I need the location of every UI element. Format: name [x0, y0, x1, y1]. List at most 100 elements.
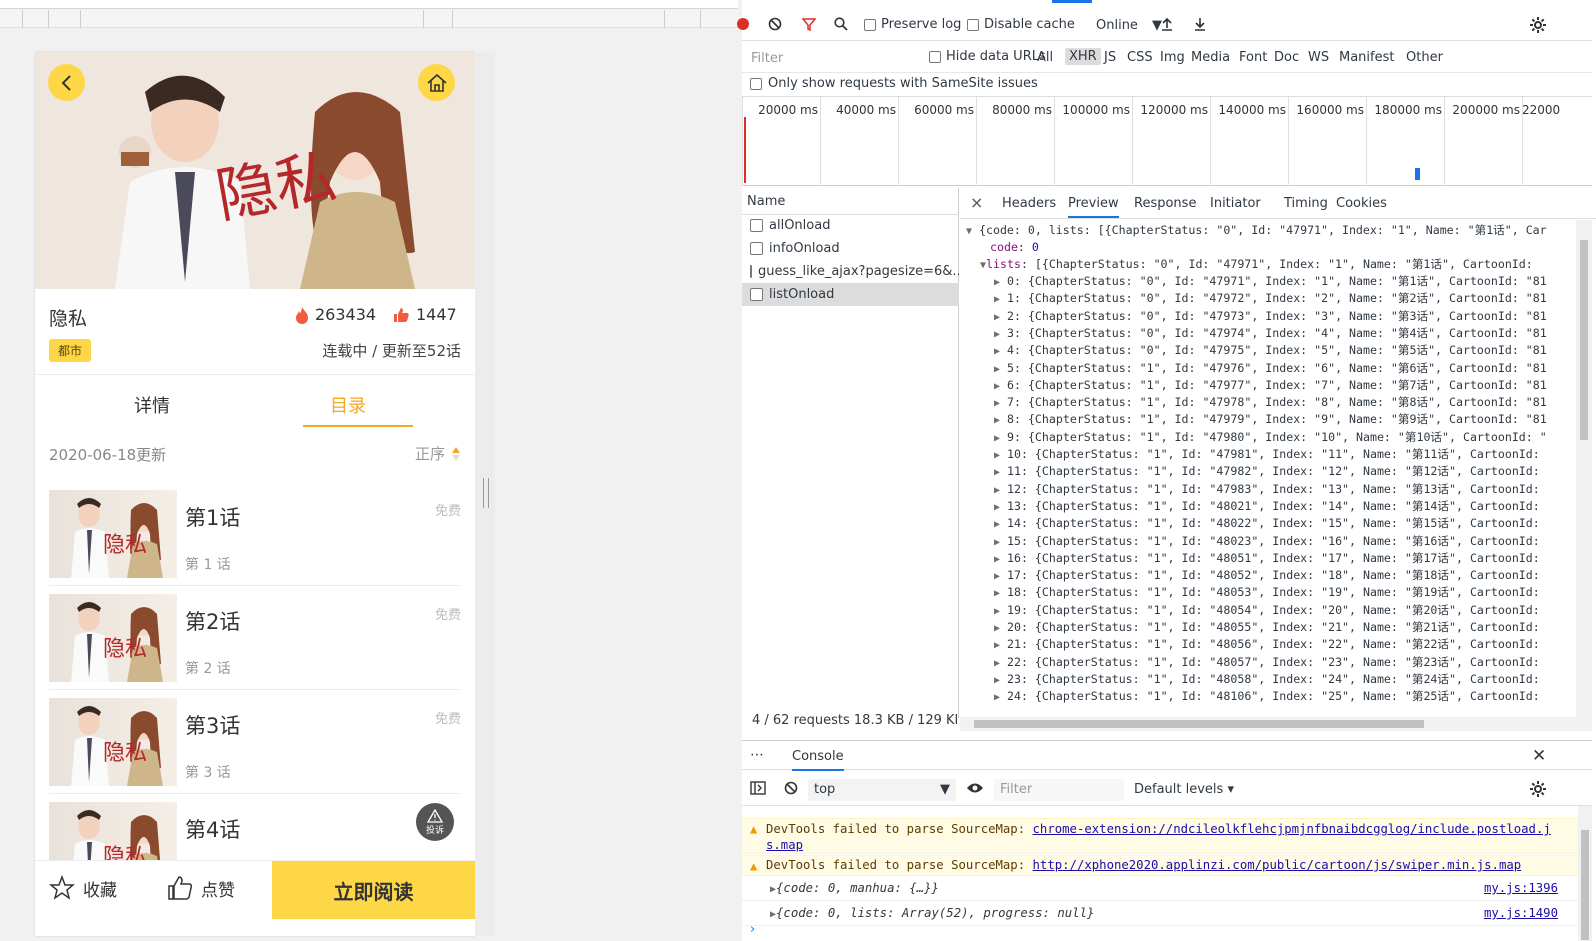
type-filter-js[interactable]: JS — [1104, 50, 1116, 65]
log-source-link[interactable]: my.js:1396 — [1484, 881, 1558, 895]
expand-arrow-icon[interactable]: ▶ — [994, 329, 1000, 340]
expand-arrow-icon[interactable]: ▶ — [994, 571, 1000, 582]
viewport-resize-handle[interactable] — [483, 478, 489, 508]
read-now-button[interactable]: 立即阅读 — [272, 861, 475, 919]
json-array-item[interactable]: ▶ 17: {ChapterStatus: "1", Id: "48052", … — [994, 567, 1540, 584]
samesite-checkbox[interactable]: Only show requests with SameSite issues — [750, 76, 1038, 91]
json-array-item[interactable]: ▶ 12: {ChapterStatus: "1", Id: "47983", … — [994, 481, 1540, 498]
export-har-button[interactable] — [1193, 17, 1207, 31]
json-array-item[interactable]: ▶ 3: {ChapterStatus: "0", Id: "47974", I… — [994, 325, 1547, 342]
json-array-item[interactable]: ▶ 0: {ChapterStatus: "0", Id: "47971", I… — [994, 273, 1547, 290]
live-expression-button[interactable] — [966, 781, 984, 798]
type-filter-css[interactable]: CSS — [1127, 50, 1153, 65]
expand-arrow-icon[interactable]: ▶ — [994, 640, 1000, 651]
preview-hscroll-thumb[interactable] — [974, 720, 1424, 728]
chapter-item[interactable]: 隐私 第1话 第 1 话 免费 — [49, 482, 461, 586]
console-filter-input[interactable]: Filter — [994, 779, 1124, 801]
like-button[interactable]: 点赞 — [167, 875, 235, 901]
expand-arrow-icon[interactable]: ▶ — [994, 346, 1000, 357]
expand-arrow-icon[interactable]: ▶ — [994, 606, 1000, 617]
json-array-item[interactable]: ▶ 5: {ChapterStatus: "1", Id: "47976", I… — [994, 360, 1547, 377]
json-array-item[interactable]: ▶ 6: {ChapterStatus: "1", Id: "47977", I… — [994, 377, 1547, 394]
json-array-item[interactable]: ▶ 10: {ChapterStatus: "1", Id: "47981", … — [994, 446, 1540, 463]
disable-cache-checkbox[interactable]: Disable cache — [967, 17, 1075, 32]
request-row[interactable]: infoOnload — [742, 237, 959, 260]
back-button[interactable] — [48, 64, 85, 101]
console-prompt[interactable]: › — [750, 922, 755, 937]
tab-catalog[interactable]: 目录 — [293, 392, 403, 418]
expand-arrow-icon[interactable]: ▶ — [994, 658, 1000, 669]
throttle-select[interactable]: Online ▼ — [1092, 14, 1166, 36]
filter-toggle[interactable] — [802, 17, 816, 31]
clear-button[interactable] — [768, 17, 782, 31]
hide-data-urls-checkbox[interactable]: Hide data URLs — [929, 49, 1046, 64]
console-log[interactable]: ▶{code: 0, manhua: {…}} my.js:1396 — [742, 877, 1578, 901]
expand-arrow-icon[interactable]: ▶ — [994, 277, 1000, 288]
expand-arrow-icon[interactable]: ▶ — [994, 692, 1000, 703]
expand-arrow-icon[interactable]: ▶ — [994, 398, 1000, 409]
json-array-item[interactable]: ▶ 18: {ChapterStatus: "1", Id: "48053", … — [994, 584, 1540, 601]
tab-headers[interactable]: Headers — [1002, 196, 1056, 211]
expand-arrow-icon[interactable]: ▶ — [994, 467, 1000, 478]
json-array-item[interactable]: ▶ 8: {ChapterStatus: "1", Id: "47979", I… — [994, 411, 1547, 428]
expand-arrow-icon[interactable]: ▶ — [994, 450, 1000, 461]
sourcemap-link[interactable]: chrome-extension://ndcileolkflehcjpmjnfb… — [1033, 822, 1551, 836]
filter-input[interactable]: Filter — [746, 47, 924, 69]
report-button[interactable]: 投诉 — [416, 803, 454, 841]
json-array-item[interactable]: ▶ 13: {ChapterStatus: "1", Id: "48021", … — [994, 498, 1540, 515]
expand-arrow-icon[interactable]: ▶ — [994, 554, 1000, 565]
genre-tag[interactable]: 都市 — [49, 339, 92, 362]
json-array-item[interactable]: ▶ 15: {ChapterStatus: "1", Id: "48023", … — [994, 533, 1540, 550]
sourcemap-link[interactable]: http://xphone2020.applinzi.com/public/ca… — [1033, 858, 1522, 872]
console-settings-button[interactable] — [1530, 781, 1546, 800]
close-detail-button[interactable]: × — [970, 193, 983, 212]
type-filter-other[interactable]: Other — [1406, 50, 1443, 65]
type-filter-img[interactable]: Img — [1160, 50, 1185, 65]
tab-preview[interactable]: Preview — [1068, 196, 1119, 218]
json-array-item[interactable]: ▶ 21: {ChapterStatus: "1", Id: "48056", … — [994, 636, 1540, 653]
expand-arrow-icon[interactable]: ▶ — [994, 312, 1000, 323]
console-scroll-thumb[interactable] — [1581, 830, 1589, 940]
expand-arrow-icon[interactable]: ▶ — [994, 294, 1000, 305]
expand-arrow-icon[interactable]: ▶ — [994, 502, 1000, 513]
name-column-header[interactable]: Name — [742, 188, 959, 215]
expand-arrow-icon[interactable]: ▶ — [994, 537, 1000, 548]
clear-console-button[interactable] — [784, 781, 798, 798]
type-filter-ws[interactable]: WS — [1308, 50, 1329, 65]
json-array-item[interactable]: ▶ 23: {ChapterStatus: "1", Id: "48058", … — [994, 671, 1540, 688]
context-select[interactable]: top ▼ — [808, 779, 956, 801]
expand-arrow-icon[interactable]: ▶ — [994, 519, 1000, 530]
json-array-item[interactable]: ▶ 22: {ChapterStatus: "1", Id: "48057", … — [994, 654, 1540, 671]
network-overview-timeline[interactable]: 20000 ms 40000 ms 60000 ms 80000 ms 1000… — [742, 96, 1592, 186]
preserve-log-checkbox[interactable]: Preserve log — [864, 17, 961, 32]
close-drawer-icon[interactable]: ✕ — [1532, 746, 1546, 766]
chapter-item[interactable]: 隐私 第3话 第 3 话 免费 — [49, 690, 461, 794]
expand-arrow-icon[interactable]: ▶ — [994, 675, 1000, 686]
tab-details[interactable]: 详情 — [97, 392, 207, 418]
expand-arrow-icon[interactable]: ▶ — [994, 364, 1000, 375]
more-tabs-icon[interactable]: ⋯ — [750, 747, 764, 763]
expand-arrow-icon[interactable]: ▶ — [994, 623, 1000, 634]
sourcemap-link-cont[interactable]: s.map — [766, 838, 803, 852]
json-array-item[interactable]: ▶ 7: {ChapterStatus: "1", Id: "47978", I… — [994, 394, 1547, 411]
console-log[interactable]: ▶{code: 0, lists: Array(52), progress: n… — [742, 902, 1578, 926]
type-filter-all[interactable]: All — [1037, 50, 1053, 65]
type-filter-font[interactable]: Font — [1239, 50, 1267, 65]
tab-console[interactable]: Console — [792, 741, 844, 771]
json-array-item[interactable]: ▶ 4: {ChapterStatus: "0", Id: "47975", I… — [994, 342, 1547, 359]
expand-arrow-icon[interactable]: ▶ — [994, 381, 1000, 392]
tab-initiator[interactable]: Initiator — [1210, 196, 1261, 211]
log-levels-dropdown[interactable]: Default levels ▾ — [1134, 782, 1234, 797]
type-filter-media[interactable]: Media — [1191, 50, 1230, 65]
sort-toggle[interactable]: 正序 — [415, 443, 461, 464]
favorite-button[interactable]: 收藏 — [49, 875, 117, 901]
json-array-item[interactable]: ▶ 2: {ChapterStatus: "0", Id: "47973", I… — [994, 308, 1547, 325]
log-source-link[interactable]: my.js:1490 — [1484, 906, 1558, 920]
json-root[interactable]: ▼ {code: 0, lists: [{ChapterStatus: "0",… — [966, 222, 1547, 239]
expand-arrow-icon[interactable]: ▶ — [994, 588, 1000, 599]
json-array-item[interactable]: ▶ 19: {ChapterStatus: "1", Id: "48054", … — [994, 602, 1540, 619]
json-array-item[interactable]: ▶ 20: {ChapterStatus: "1", Id: "48055", … — [994, 619, 1540, 636]
json-array-item[interactable]: ▶ 9: {ChapterStatus: "1", Id: "47980", I… — [994, 429, 1547, 446]
json-array-item[interactable]: ▶ 1: {ChapterStatus: "0", Id: "47972", I… — [994, 290, 1547, 307]
network-settings-button[interactable] — [1530, 17, 1546, 33]
